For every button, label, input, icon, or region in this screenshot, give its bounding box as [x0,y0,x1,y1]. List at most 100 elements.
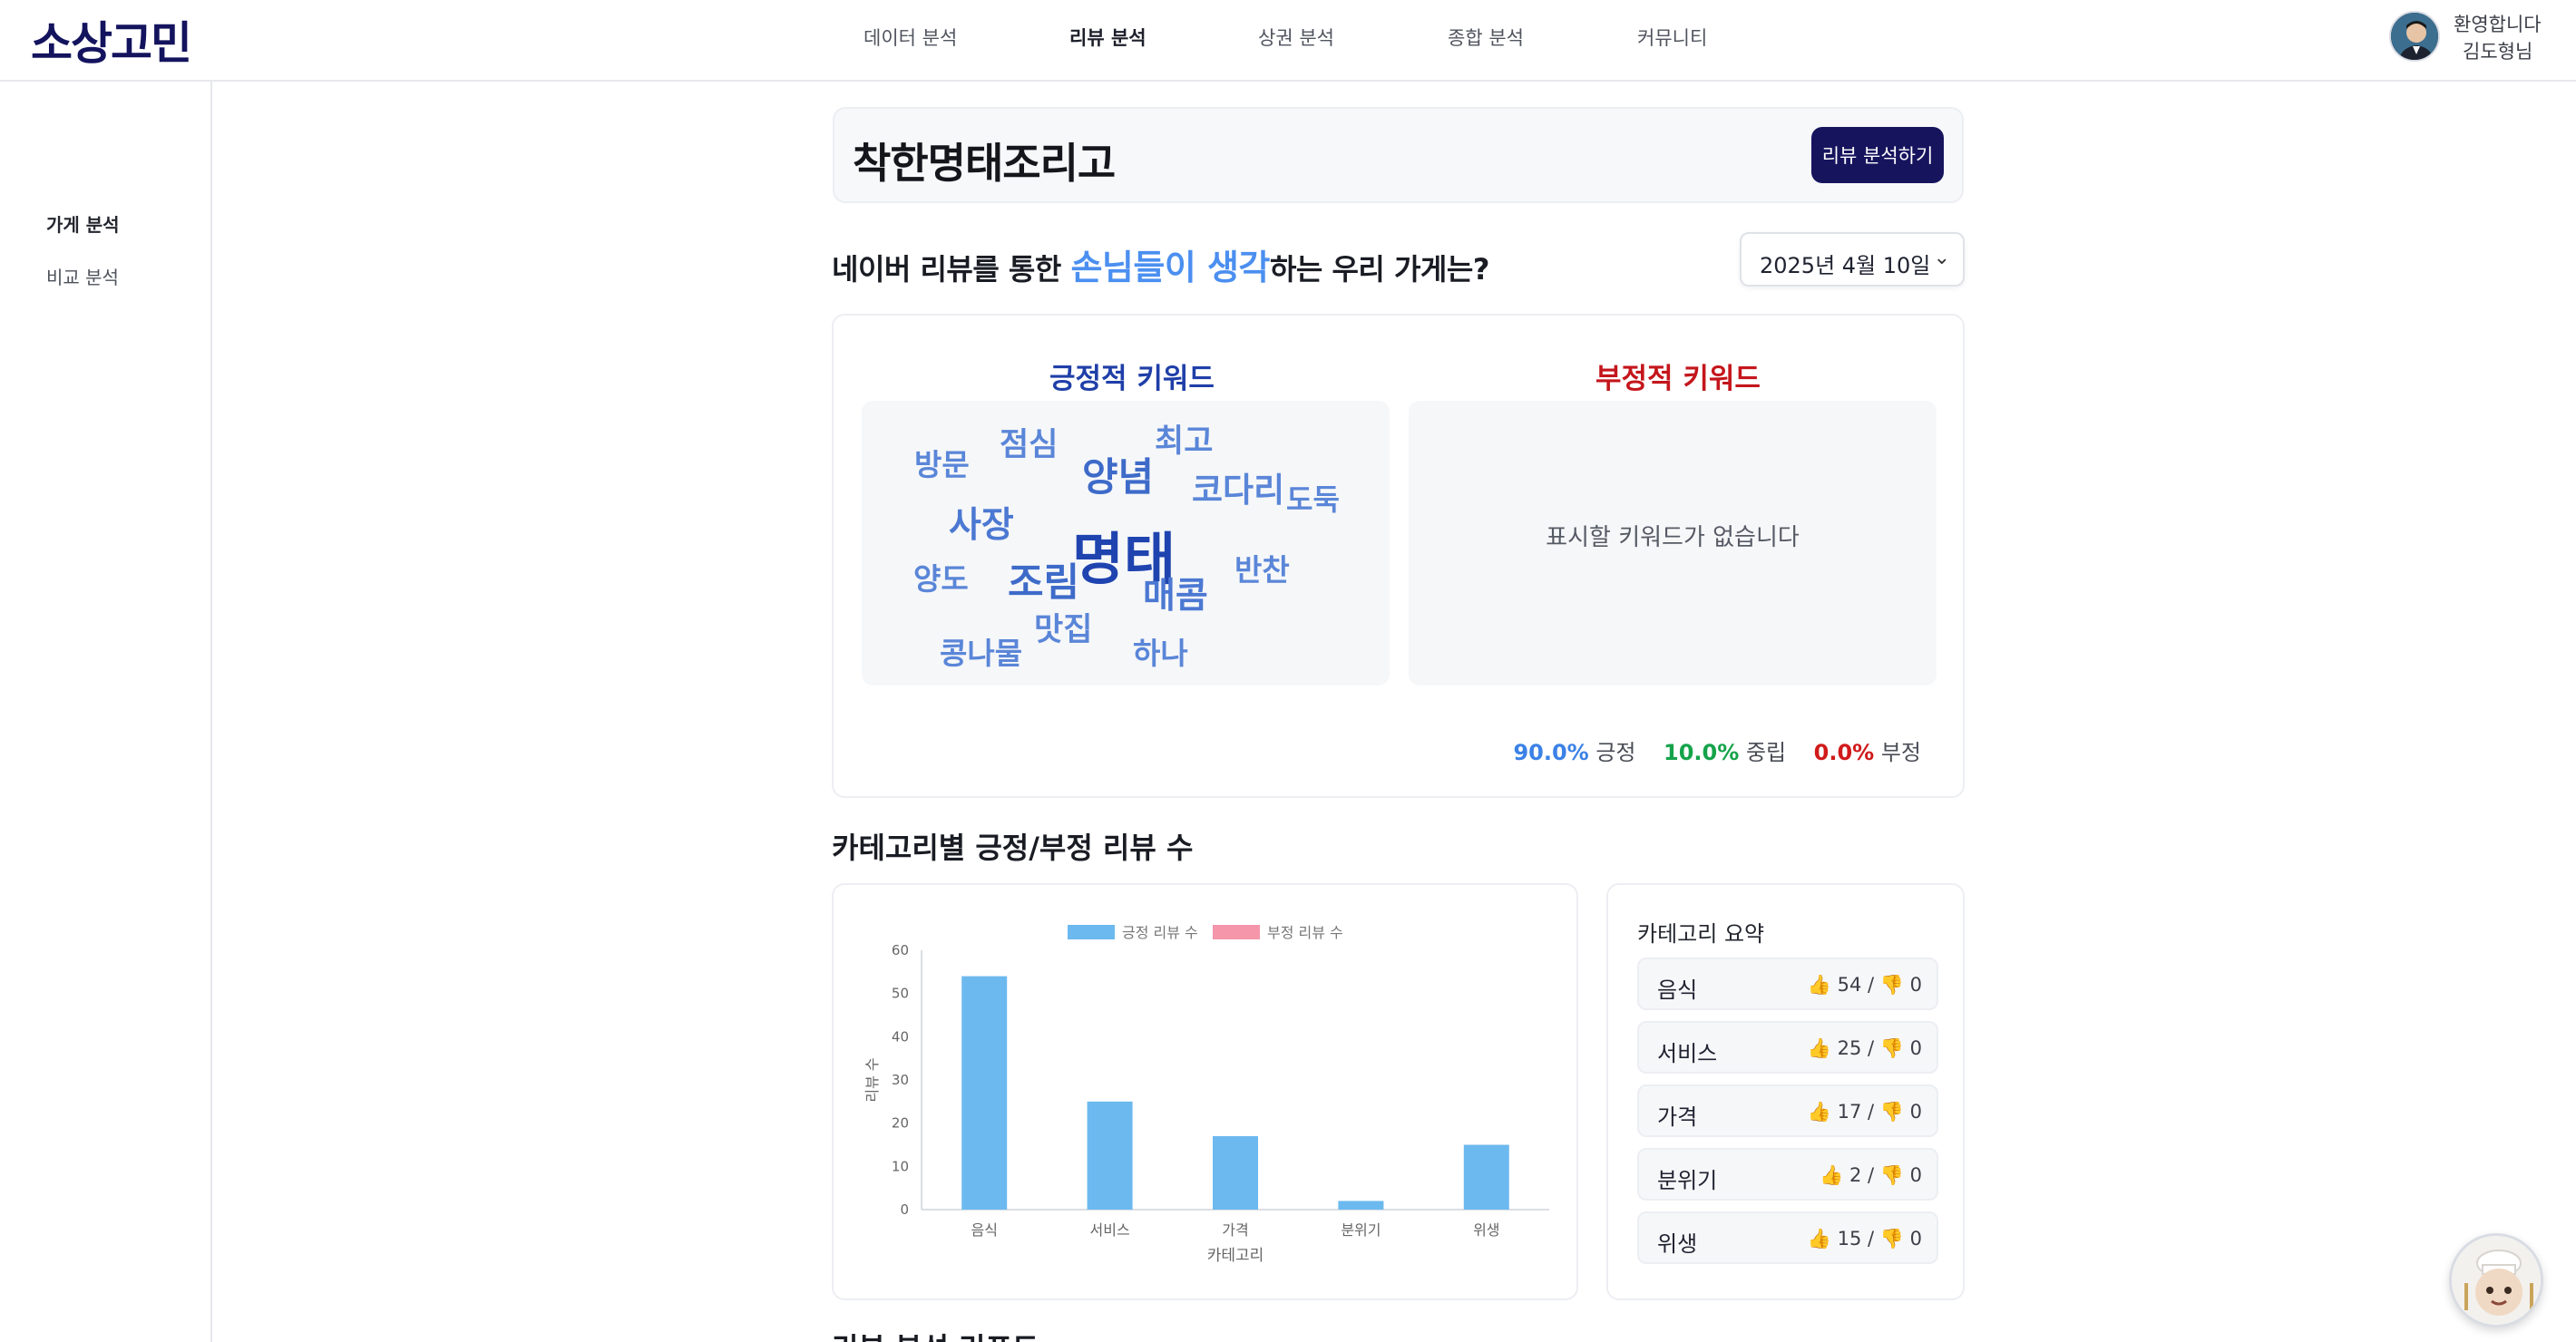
negative-count: 0 [1909,974,1922,996]
positive-word-cloud: 방문 점심 최고 양념 코다리 도둑 사장 명태 반찬 양도 조림 매콤 맛집 … [862,401,1390,686]
store-header-card: 착한명태조리고 리뷰 분석하기 [833,107,1964,203]
keyword: 맛집 [1034,612,1093,648]
x-axis-label: 카테고리 [1207,1247,1264,1265]
category-summary-card: 카테고리 요약 음식 👍 54 / 👎 0 서비스 👍 25 / 👎 0 가격 … [1606,883,1965,1300]
keyword: 반찬 [1234,552,1290,588]
summary-values: 👍 54 / 👎 0 [1807,974,1922,996]
thumbs-up-icon: 👍 [1820,1164,1844,1186]
summary-row: 가격 👍 17 / 👎 0 [1637,1084,1938,1137]
keyword: 점심 [1000,427,1059,463]
positive-percent: 90.0% [1513,740,1589,765]
neutral-percent: 10.0% [1664,740,1740,765]
logo[interactable]: 소상고민 [31,7,192,73]
summary-category: 가격 [1657,1104,1698,1130]
keyword-card: 긍정적 키워드 부정적 키워드 방문 점심 최고 양념 코다리 도둑 사장 명태… [832,314,1965,798]
keyword: 양념 [1082,455,1155,501]
review-analyze-button[interactable]: 리뷰 분석하기 [1811,127,1944,183]
summary-row: 위생 👍 15 / 👎 0 [1637,1211,1938,1264]
negative-keyword-title: 부정적 키워드 [1595,363,1761,395]
negative-count: 0 [1909,1164,1922,1186]
thumbs-down-icon: 👎 [1879,974,1904,996]
x-tick-label: 음식 [971,1221,997,1239]
summary-category: 서비스 [1657,1041,1718,1066]
x-tick-label: 서비스 [1090,1221,1130,1239]
y-tick-label: 10 [892,1158,909,1174]
positive-count: 25 [1837,1037,1862,1059]
legend-label: 긍정 리뷰 수 [1122,924,1198,941]
negative-label: 부정 [1880,740,1921,765]
sidebar-item-store-analysis[interactable]: 가게 분석 [46,210,120,237]
negative-count: 0 [1909,1037,1922,1059]
negative-word-cloud: 표시할 키워드가 없습니다 [1409,401,1937,686]
thumbs-down-icon: 👎 [1879,1037,1904,1059]
positive-count: 54 [1837,974,1862,996]
legend-swatch [1068,925,1115,939]
positive-count: 17 [1837,1101,1862,1123]
summary-values: 👍 17 / 👎 0 [1807,1101,1922,1123]
keyword: 도둑 [1286,482,1340,517]
y-axis-label: 리뷰 수 [864,1057,881,1102]
thumbs-down-icon: 👎 [1879,1164,1904,1186]
negative-count: 0 [1909,1228,1922,1250]
nav-data-analysis[interactable]: 데이터 분석 [864,24,957,51]
summary-row: 음식 👍 54 / 👎 0 [1637,958,1938,1010]
thumbs-down-icon: 👎 [1879,1101,1904,1123]
bar-positive [1213,1135,1258,1210]
question-suffix: 하는 우리 가게는? [1269,252,1489,287]
thumbs-up-icon: 👍 [1807,1228,1831,1250]
keyword: 양도 [913,561,969,597]
greeting-text: 환영합니다 [2454,14,2542,35]
positive-count: 15 [1837,1228,1862,1250]
summary-values: 👍 2 / 👎 0 [1820,1164,1922,1186]
y-tick-label: 30 [892,1072,909,1088]
thumbs-up-icon: 👍 [1807,1101,1831,1123]
sidebar: 가게 분석 비교 분석 [0,82,212,1342]
positive-label: 긍정 [1595,740,1636,765]
keyword: 최고 [1155,423,1214,460]
negative-empty-message: 표시할 키워드가 없습니다 [1546,524,1800,551]
bar-positive [961,976,1008,1210]
category-bar-chart: 긍정 리뷰 수 부정 리뷰 수 0 10 20 30 40 50 60 음식 서비스 가격 분위기 위생카… [864,924,1549,1265]
thumbs-down-icon: 👎 [1879,1228,1904,1250]
store-name: 착한명태조리고 [853,139,1116,188]
summary-values: 👍 15 / 👎 0 [1807,1228,1922,1250]
category-chart-card: 긍정 리뷰 수 부정 리뷰 수 0 10 20 30 40 50 60 음식 서비스 가격 분위기 위생 카… [832,883,1578,1300]
x-tick-label: 가격 [1222,1221,1248,1239]
avatar[interactable] [2389,11,2440,62]
keyword: 콩나물 [940,636,1023,671]
nav-total-analysis[interactable]: 종합 분석 [1448,24,1524,51]
sentiment-ratio: 90.0% 긍정 10.0% 중립 0.0% 부정 [1513,734,1921,766]
bar-positive [1463,1144,1509,1210]
keyword: 코다리 [1192,471,1285,510]
negative-percent: 0.0% [1813,740,1875,765]
date-select[interactable]: 2025년 4월 10일 ⌄ [1740,232,1965,287]
keyword: 방문 [914,447,970,482]
user-name: 김도형님 [2463,41,2533,63]
y-tick-label: 20 [892,1115,909,1132]
y-tick-label: 60 [892,942,909,958]
positive-keyword-title: 긍정적 키워드 [1049,363,1215,395]
legend-label: 부정 리뷰 수 [1267,924,1343,941]
neutral-label: 중립 [1745,740,1787,765]
thumbs-up-icon: 👍 [1807,974,1831,996]
summary-category: 음식 [1657,977,1698,1003]
positive-count: 2 [1849,1164,1862,1186]
question-highlight: 손님들이 생각 [1070,248,1270,287]
y-tick-label: 50 [892,986,909,1002]
summary-row: 분위기 👍 2 / 👎 0 [1637,1148,1938,1201]
chatbot-button[interactable] [2449,1233,2543,1327]
bar-positive [1087,1101,1133,1210]
date-select-value: 2025년 4월 10일 [1760,253,1931,278]
nav-commercial-analysis[interactable]: 상권 분석 [1258,24,1334,51]
nav-review-analysis[interactable]: 리뷰 분석 [1069,24,1147,51]
review-question-heading: 네이버 리뷰를 통한 손님들이 생각하는 우리 가게는? [832,239,1489,289]
chef-mascot-icon [2452,1236,2541,1325]
app-root: 소상고민 데이터 분석 리뷰 분석 상권 분석 종합 분석 커뮤니티 환영합니다… [0,0,2576,1342]
sidebar-item-compare-analysis[interactable]: 비교 분석 [46,263,119,289]
summary-values: 👍 25 / 👎 0 [1807,1037,1922,1059]
negative-count: 0 [1909,1101,1922,1123]
bar-positive [1338,1201,1384,1210]
question-prefix: 네이버 리뷰를 통한 [832,252,1071,287]
nav-community[interactable]: 커뮤니티 [1637,24,1707,51]
summary-row: 서비스 👍 25 / 👎 0 [1637,1021,1938,1074]
